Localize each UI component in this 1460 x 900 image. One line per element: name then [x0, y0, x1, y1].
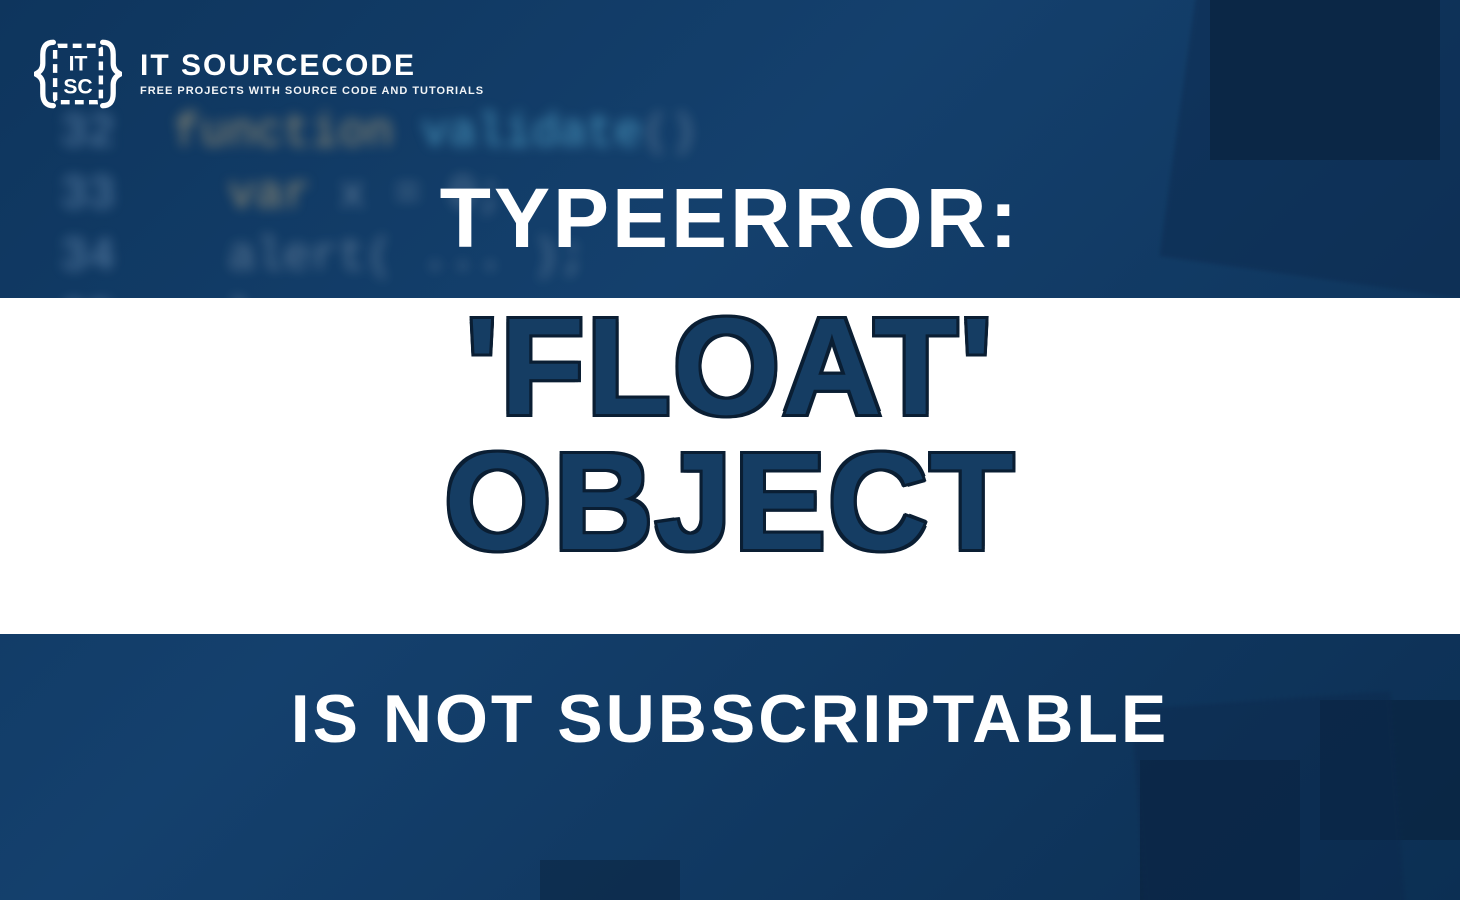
- headline-middle: 'FLOAT' OBJECT: [0, 300, 1460, 570]
- headline-middle-line2: OBJECT: [444, 425, 1016, 579]
- svg-text:SC: SC: [63, 75, 92, 98]
- decor-tile: [540, 860, 680, 900]
- decor-tile: [1210, 0, 1440, 160]
- headline-middle-line1: 'FLOAT': [465, 290, 994, 444]
- headline-bottom: IS NOT SUBSCRIPTABLE: [0, 680, 1460, 758]
- site-logo: IT SC IT SOURCECODE FREE PROJECTS WITH S…: [34, 30, 484, 118]
- logo-text: IT SOURCECODE FREE PROJECTS WITH SOURCE …: [140, 51, 484, 97]
- svg-text:IT: IT: [69, 52, 88, 75]
- logo-mark-icon: IT SC: [34, 30, 122, 118]
- headline-top: TYPEERROR:: [0, 170, 1460, 267]
- logo-brand: IT SOURCECODE: [140, 51, 484, 81]
- logo-tagline: FREE PROJECTS WITH SOURCE CODE AND TUTOR…: [140, 85, 484, 97]
- decor-tile: [1140, 760, 1300, 900]
